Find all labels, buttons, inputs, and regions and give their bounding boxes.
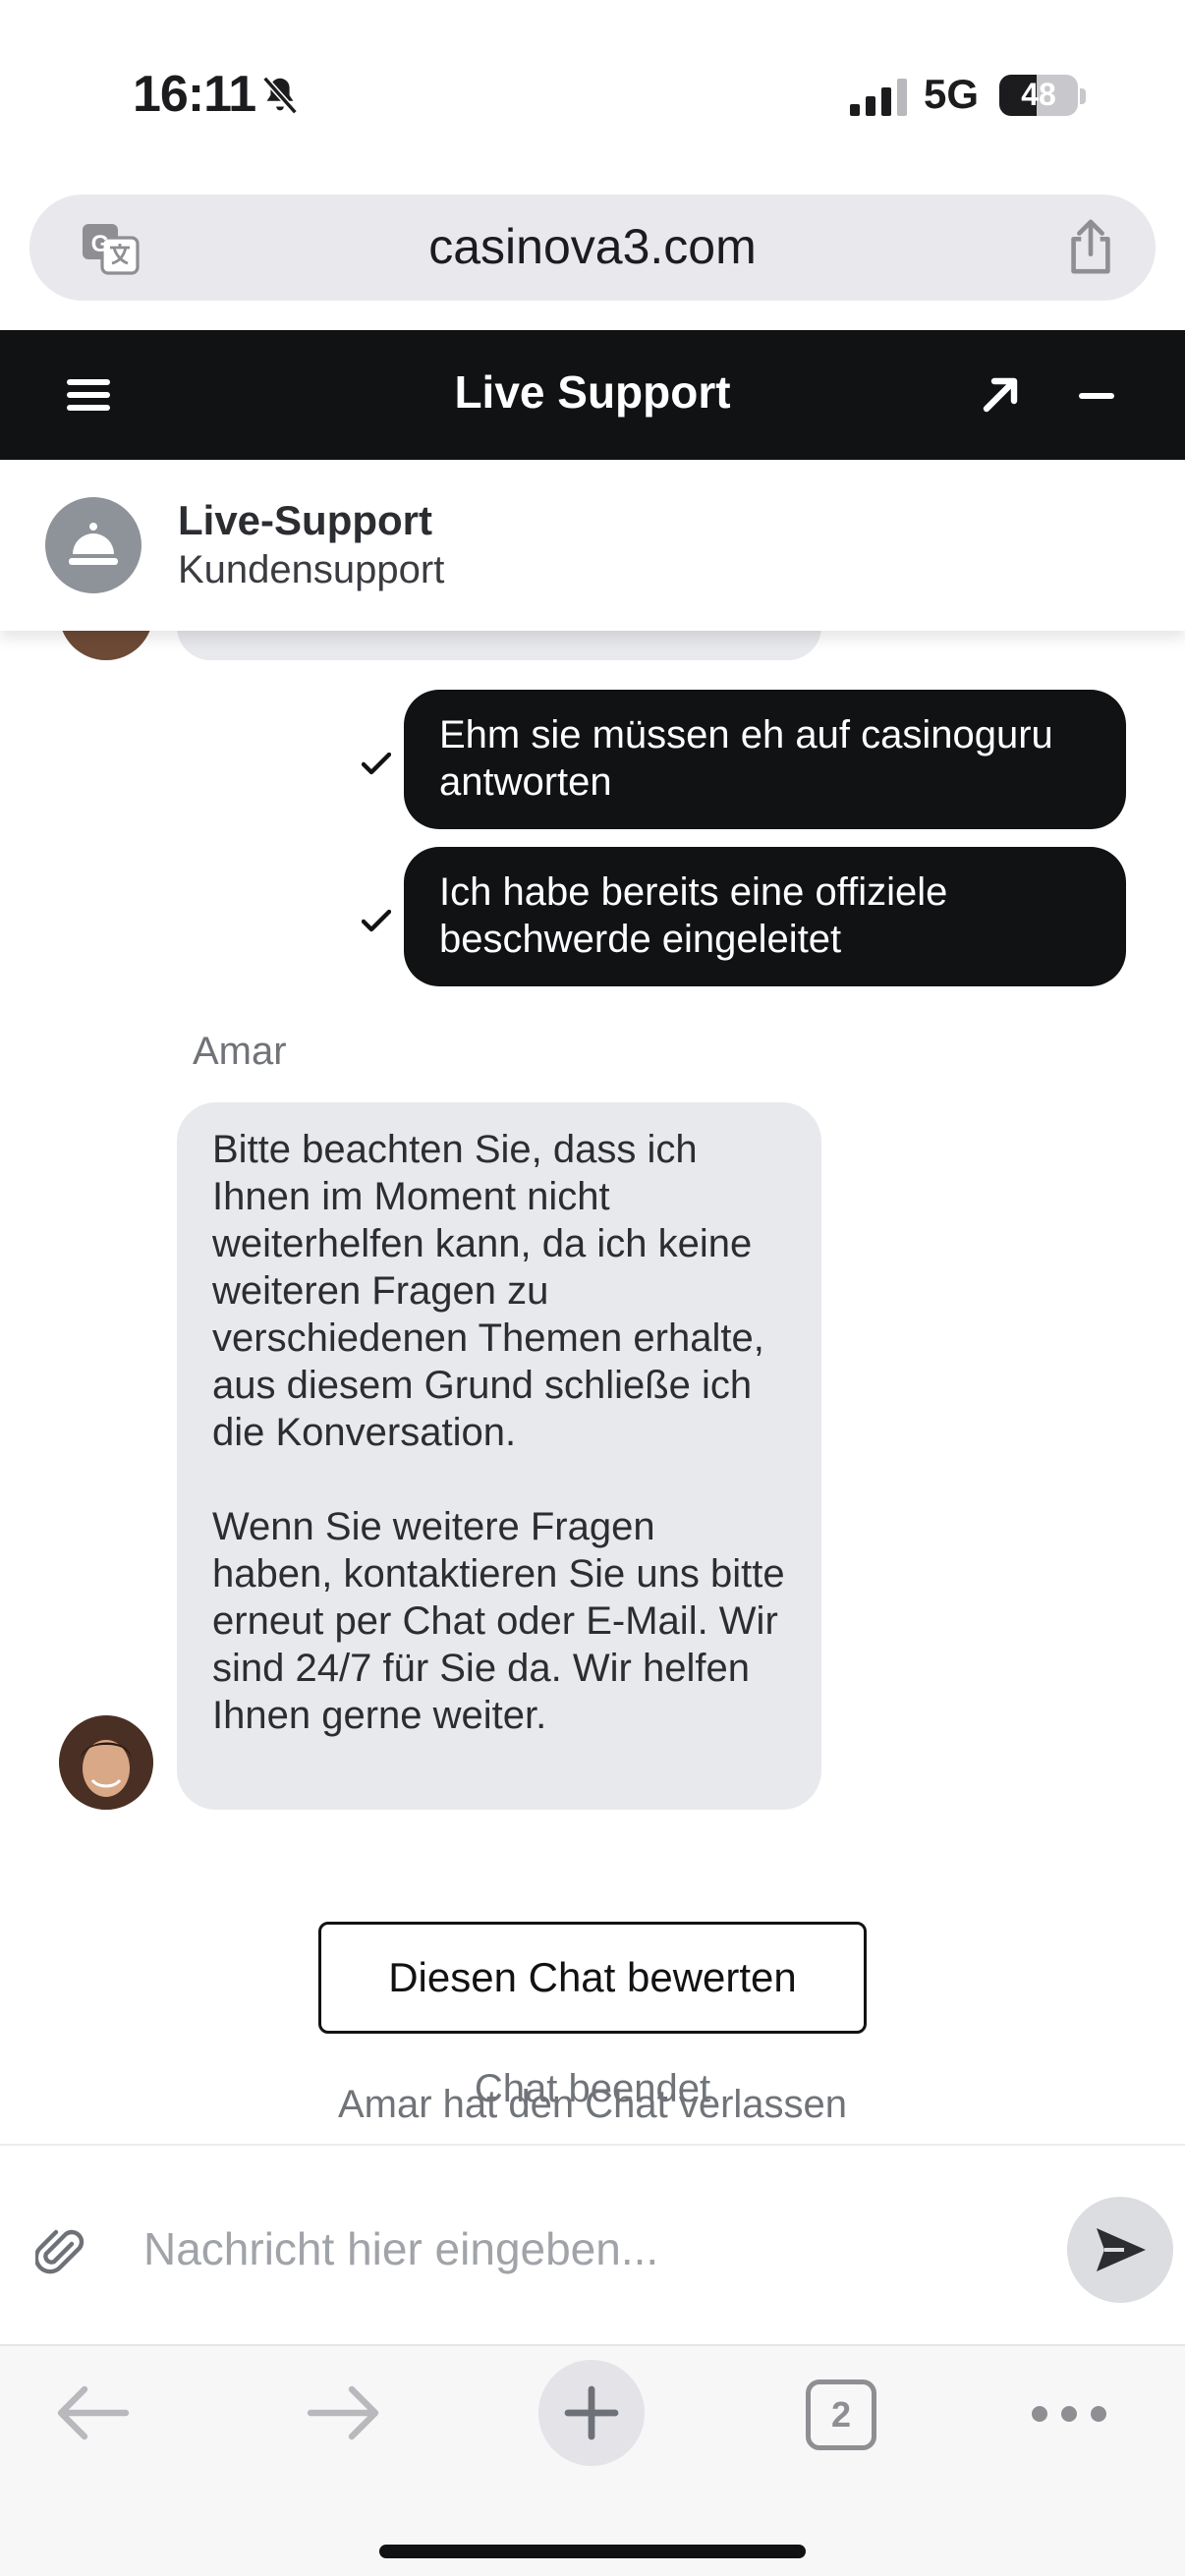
browser-toolbar: 2	[0, 2344, 1185, 2576]
outgoing-message: Ich habe bereits eine offiziele beschwer…	[404, 847, 1126, 986]
send-icon	[1097, 2228, 1146, 2271]
more-icon[interactable]	[1030, 2389, 1108, 2438]
outgoing-message: Ehm sie müssen eh auf casinoguru antwort…	[404, 690, 1126, 829]
network-type: 5G	[924, 71, 980, 117]
agent-subtitle: Kundensupport	[178, 548, 445, 591]
agent-card: Live-Support Kundensupport	[0, 460, 1185, 631]
address-bar[interactable]: G casinova3.com	[29, 195, 1156, 301]
rate-chat-button[interactable]: Diesen Chat bewerten	[318, 1922, 867, 2034]
message-composer	[0, 2144, 1185, 2344]
message-input[interactable]	[143, 2205, 1028, 2293]
forward-arrow-icon[interactable]	[307, 2385, 379, 2440]
incoming-message: Bitte beachten Sie, dass ich Ihnen im Mo…	[177, 1102, 821, 1810]
status-bar: 16:11 5G 48	[0, 0, 1185, 187]
expand-icon[interactable]	[979, 373, 1022, 417]
chat-messages[interactable]: Ehm sie müssen eh auf casinoguru antwort…	[0, 589, 1185, 2142]
paperclip-icon[interactable]	[35, 2224, 85, 2279]
chat-ended-notice: Chat beendet	[474, 2067, 711, 2110]
minimize-icon[interactable]	[1077, 373, 1116, 417]
send-button[interactable]	[1067, 2197, 1173, 2303]
concierge-bell-icon	[69, 523, 118, 565]
sender-name: Amar	[193, 1030, 287, 1073]
url-text[interactable]: casinova3.com	[29, 218, 1156, 275]
bell-slash-icon	[262, 76, 298, 115]
checkmark-icon	[362, 753, 391, 775]
battery-indicator: 48	[999, 75, 1078, 116]
new-tab-button[interactable]	[538, 2360, 645, 2466]
plus-icon	[564, 2385, 619, 2440]
battery-level: 48	[1021, 77, 1056, 112]
share-icon[interactable]	[1065, 218, 1116, 275]
battery-tip	[1080, 88, 1086, 104]
tabs-button[interactable]: 2	[806, 2380, 876, 2450]
agent-name: Live-Support	[178, 497, 432, 543]
back-arrow-icon[interactable]	[57, 2385, 130, 2440]
home-indicator	[379, 2545, 806, 2558]
agent-photo	[59, 1715, 153, 1810]
signal-icon	[850, 79, 907, 116]
chat-header: Live Support	[0, 330, 1185, 460]
status-time: 16:11	[133, 66, 256, 123]
agent-avatar	[45, 497, 141, 593]
checkmark-icon	[362, 910, 391, 932]
